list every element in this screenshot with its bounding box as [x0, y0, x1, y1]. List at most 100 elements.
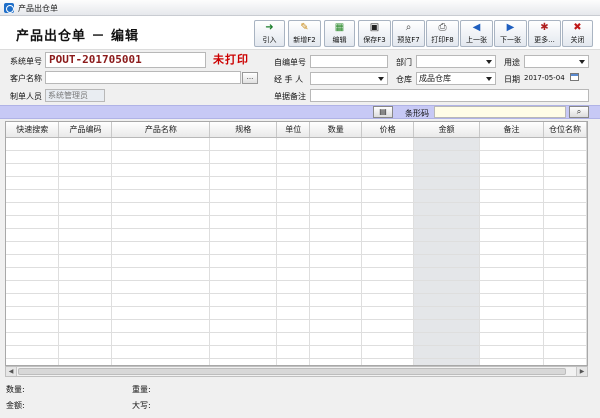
table-cell[interactable]	[361, 267, 415, 281]
table-cell[interactable]	[543, 293, 587, 307]
new-button[interactable]: ✎ 新增F2	[288, 20, 321, 47]
table-cell[interactable]	[6, 280, 60, 294]
table-cell[interactable]	[6, 163, 60, 177]
table-cell[interactable]	[209, 358, 278, 365]
customer-field[interactable]	[45, 71, 241, 84]
table-cell[interactable]	[276, 150, 311, 164]
table-cell[interactable]	[276, 202, 311, 216]
table-cell[interactable]	[6, 189, 60, 203]
table-cell[interactable]	[309, 202, 363, 216]
table-cell[interactable]	[111, 228, 211, 242]
table-cell[interactable]	[479, 137, 544, 151]
table-cell[interactable]	[543, 358, 587, 365]
table-cell[interactable]	[361, 345, 415, 359]
table-cell[interactable]	[276, 293, 311, 307]
table-cell[interactable]	[413, 332, 481, 346]
table-cell[interactable]	[58, 293, 113, 307]
column-header[interactable]: 仓位名称	[543, 122, 587, 138]
table-cell[interactable]	[413, 202, 481, 216]
table-row[interactable]	[6, 254, 587, 268]
product-grid[interactable]: 快速搜索 产品编码 产品名称 规格 单位 数量 价格 金额 备注 仓位名称	[5, 121, 588, 366]
table-cell[interactable]	[111, 319, 211, 333]
table-cell[interactable]	[58, 254, 113, 268]
table-cell[interactable]	[309, 293, 363, 307]
table-cell[interactable]	[543, 176, 587, 190]
table-cell[interactable]	[6, 319, 60, 333]
table-row[interactable]	[6, 267, 587, 281]
table-cell[interactable]	[309, 189, 363, 203]
table-cell[interactable]	[479, 358, 544, 365]
table-cell[interactable]	[6, 215, 60, 229]
table-cell[interactable]	[543, 202, 587, 216]
table-cell[interactable]	[276, 306, 311, 320]
table-cell[interactable]	[543, 150, 587, 164]
table-cell[interactable]	[543, 306, 587, 320]
table-cell[interactable]	[6, 293, 60, 307]
table-cell[interactable]	[111, 215, 211, 229]
table-cell[interactable]	[361, 306, 415, 320]
table-cell[interactable]	[6, 254, 60, 268]
table-cell[interactable]	[209, 215, 278, 229]
table-cell[interactable]	[361, 332, 415, 346]
table-cell[interactable]	[361, 358, 415, 365]
table-cell[interactable]	[209, 137, 278, 151]
table-cell[interactable]	[111, 280, 211, 294]
table-cell[interactable]	[58, 228, 113, 242]
table-row[interactable]	[6, 306, 587, 320]
table-cell[interactable]	[361, 150, 415, 164]
table-cell[interactable]	[413, 280, 481, 294]
table-row[interactable]	[6, 150, 587, 164]
calendar-icon[interactable]	[570, 73, 579, 81]
barcode-input[interactable]	[434, 106, 566, 118]
table-cell[interactable]	[58, 280, 113, 294]
table-cell[interactable]	[479, 176, 544, 190]
table-cell[interactable]	[209, 293, 278, 307]
usage-select[interactable]	[524, 55, 589, 68]
table-cell[interactable]	[209, 189, 278, 203]
table-cell[interactable]	[6, 306, 60, 320]
system-no-field[interactable]: POUT-201705001	[45, 52, 206, 68]
table-cell[interactable]	[209, 163, 278, 177]
table-cell[interactable]	[111, 332, 211, 346]
table-cell[interactable]	[413, 150, 481, 164]
table-cell[interactable]	[209, 345, 278, 359]
doc-note-field[interactable]	[310, 89, 589, 102]
table-cell[interactable]	[413, 293, 481, 307]
table-cell[interactable]	[479, 319, 544, 333]
table-cell[interactable]	[276, 358, 311, 365]
table-cell[interactable]	[209, 254, 278, 268]
table-cell[interactable]	[58, 215, 113, 229]
table-cell[interactable]	[309, 332, 363, 346]
table-cell[interactable]	[413, 241, 481, 255]
self-no-field[interactable]	[310, 55, 388, 68]
table-row[interactable]	[6, 215, 587, 229]
table-cell[interactable]	[413, 228, 481, 242]
table-cell[interactable]	[209, 241, 278, 255]
barcode-search-button[interactable]: ⌕	[569, 106, 589, 118]
dept-select[interactable]	[416, 55, 496, 68]
table-cell[interactable]	[209, 267, 278, 281]
table-cell[interactable]	[413, 267, 481, 281]
table-cell[interactable]	[209, 306, 278, 320]
table-cell[interactable]	[111, 202, 211, 216]
table-cell[interactable]	[111, 189, 211, 203]
scroll-thumb[interactable]	[18, 368, 566, 375]
table-cell[interactable]	[209, 319, 278, 333]
scan-button[interactable]: ▤	[373, 106, 393, 118]
customer-lookup-button[interactable]: ...	[242, 72, 258, 84]
table-cell[interactable]	[309, 228, 363, 242]
more-button[interactable]: ✱ 更多...	[528, 20, 561, 47]
table-cell[interactable]	[58, 241, 113, 255]
table-cell[interactable]	[413, 319, 481, 333]
table-cell[interactable]	[111, 137, 211, 151]
table-cell[interactable]	[309, 319, 363, 333]
column-header[interactable]: 产品名称	[111, 122, 211, 138]
table-cell[interactable]	[361, 254, 415, 268]
table-cell[interactable]	[479, 189, 544, 203]
table-cell[interactable]	[6, 345, 60, 359]
table-cell[interactable]	[361, 137, 415, 151]
table-cell[interactable]	[58, 306, 113, 320]
table-cell[interactable]	[276, 228, 311, 242]
table-cell[interactable]	[543, 254, 587, 268]
table-cell[interactable]	[209, 202, 278, 216]
